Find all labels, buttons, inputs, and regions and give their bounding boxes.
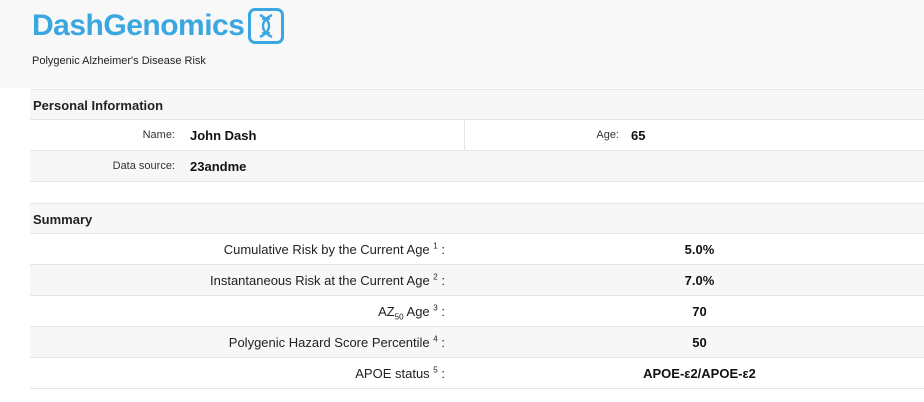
personal-info-section: Personal Information Name: John Dash Age… bbox=[30, 89, 924, 182]
summary-value-cell: 70 bbox=[445, 296, 924, 326]
summary-label: AZ50 Age 3 : bbox=[378, 303, 445, 322]
summary-label-cell: Polygenic Hazard Score Percentile 4 : bbox=[30, 327, 445, 357]
phs-percentile-value: 50 bbox=[692, 334, 707, 350]
name-label: Name: bbox=[142, 129, 175, 141]
personal-info-title: Personal Information bbox=[30, 89, 924, 120]
report-header: DashGenomics Polygenic Alzheimer's Disea… bbox=[0, 0, 924, 88]
report-subtitle: Polygenic Alzheimer's Disease Risk bbox=[32, 55, 206, 67]
age-cell: Age: 65 bbox=[465, 120, 924, 150]
source-cell: Data source: 23andme bbox=[30, 151, 924, 181]
summary-label-cell: Cumulative Risk by the Current Age 1 : bbox=[30, 234, 445, 264]
summary-title: Summary bbox=[30, 203, 924, 234]
summary-value-cell: 50 bbox=[445, 327, 924, 357]
source-label: Data source: bbox=[112, 160, 175, 172]
footnote-ref: 2 bbox=[433, 272, 438, 282]
summary-row: AZ50 Age 3 : 70 bbox=[30, 296, 924, 327]
summary-value-cell: 5.0% bbox=[445, 234, 924, 264]
footnote-ref: 3 bbox=[433, 303, 438, 313]
name-value: John Dash bbox=[190, 127, 257, 143]
summary-row: APOE status 5 : APOE-ε2/APOE-ε2 bbox=[30, 358, 924, 389]
summary-row: Cumulative Risk by the Current Age 1 : 5… bbox=[30, 234, 924, 265]
summary-label-cell: Instantaneous Risk at the Current Age 2 … bbox=[30, 265, 445, 295]
apoe-status-value: APOE-ε2/APOE-ε2 bbox=[643, 365, 756, 381]
summary-row: Instantaneous Risk at the Current Age 2 … bbox=[30, 265, 924, 296]
report-page: DashGenomics Polygenic Alzheimer's Disea… bbox=[0, 0, 924, 402]
dna-helix-icon bbox=[248, 8, 285, 44]
age-value: 65 bbox=[631, 127, 646, 143]
summary-section: Summary Cumulative Risk by the Current A… bbox=[30, 203, 924, 389]
az50-age-value: 70 bbox=[692, 303, 707, 319]
footnote-ref: 4 bbox=[433, 334, 438, 344]
summary-label-cell: APOE status 5 : bbox=[30, 358, 445, 388]
cumulative-risk-value: 5.0% bbox=[684, 241, 715, 257]
personal-row-source: Data source: 23andme bbox=[30, 151, 924, 182]
summary-label: Cumulative Risk by the Current Age 1 : bbox=[223, 241, 445, 257]
footnote-ref: 5 bbox=[433, 365, 438, 375]
summary-label: Instantaneous Risk at the Current Age 2 … bbox=[209, 272, 445, 288]
summary-label: Polygenic Hazard Score Percentile 4 : bbox=[228, 334, 445, 350]
name-cell: Name: John Dash bbox=[30, 120, 465, 150]
summary-row: Polygenic Hazard Score Percentile 4 : 50 bbox=[30, 327, 924, 358]
brand-logo: DashGenomics bbox=[32, 8, 285, 44]
personal-row-name-age: Name: John Dash Age: 65 bbox=[30, 120, 924, 151]
footnote-ref: 1 bbox=[433, 241, 438, 251]
brand-name: DashGenomics bbox=[32, 9, 245, 42]
source-value: 23andme bbox=[190, 158, 247, 174]
instantaneous-risk-value: 7.0% bbox=[684, 272, 715, 288]
summary-value-cell: 7.0% bbox=[445, 265, 924, 295]
age-label: Age: bbox=[596, 129, 619, 141]
summary-value-cell: APOE-ε2/APOE-ε2 bbox=[445, 358, 924, 388]
summary-label: APOE status 5 : bbox=[355, 365, 445, 381]
summary-label-cell: AZ50 Age 3 : bbox=[30, 296, 445, 326]
